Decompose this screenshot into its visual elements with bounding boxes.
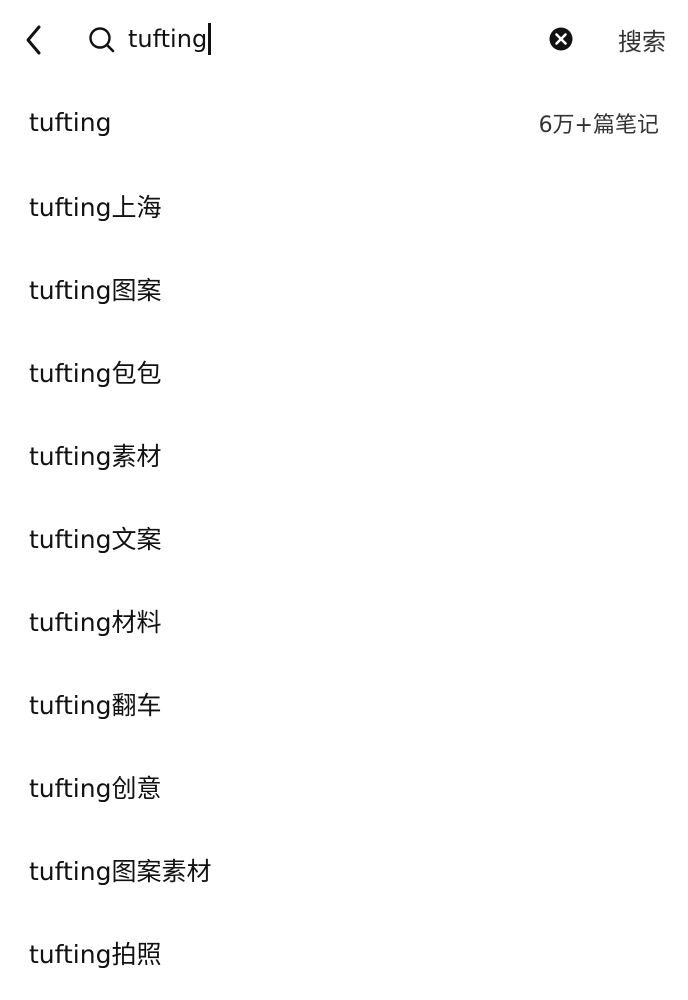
suggestion-item[interactable]: tufting拍照 [0, 911, 688, 994]
back-button[interactable] [14, 18, 54, 62]
suggestion-item[interactable]: tufting文案 [0, 496, 688, 579]
suggestion-text: tufting材料 [29, 607, 162, 637]
suggestion-list: tufting 6万+篇笔记 tufting上海 tufting图案 tufti… [0, 81, 688, 994]
suggestion-item[interactable]: tufting材料 [0, 579, 688, 662]
suggestion-item[interactable]: tufting素材 [0, 413, 688, 496]
search-bar: tufting 搜索 [0, 0, 688, 80]
suggestion-item[interactable]: tufting创意 [0, 745, 688, 828]
suggestion-text: tufting拍照 [29, 939, 162, 969]
search-submit-button[interactable]: 搜索 [604, 18, 680, 60]
suggestion-text: tufting素材 [29, 441, 162, 471]
text-caret [208, 23, 212, 55]
suggestion-text: tufting [29, 108, 112, 137]
search-icon [89, 27, 115, 53]
suggestion-text: tufting文案 [29, 524, 162, 554]
chevron-left-icon [26, 25, 41, 55]
search-input[interactable]: tufting [128, 18, 212, 60]
suggestion-text: tufting上海 [29, 192, 162, 222]
suggestion-item[interactable]: tufting 6万+篇笔记 [0, 81, 688, 164]
suggestion-item[interactable]: tufting翻车 [0, 662, 688, 745]
suggestion-item[interactable]: tufting图案 [0, 247, 688, 330]
suggestion-text: tufting图案 [29, 275, 162, 305]
suggestion-note-count: 6万+篇笔记 [538, 112, 659, 138]
suggestion-item[interactable]: tufting图案素材 [0, 828, 688, 911]
search-query-text: tufting [128, 25, 208, 53]
clear-icon[interactable] [547, 25, 575, 53]
suggestion-item[interactable]: tufting上海 [0, 164, 688, 247]
suggestion-text: tufting创意 [29, 773, 162, 803]
suggestion-text: tufting翻车 [29, 690, 162, 720]
suggestion-text: tufting包包 [29, 358, 162, 388]
suggestion-text: tufting图案素材 [29, 856, 212, 886]
suggestion-item[interactable]: tufting包包 [0, 330, 688, 413]
